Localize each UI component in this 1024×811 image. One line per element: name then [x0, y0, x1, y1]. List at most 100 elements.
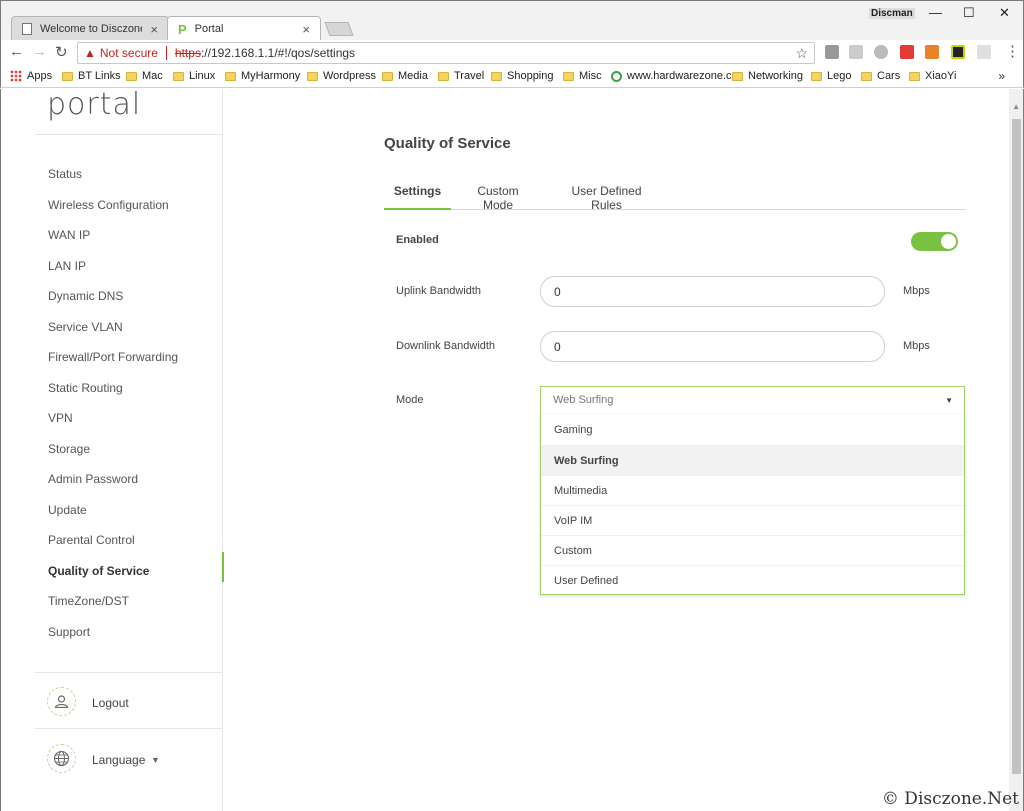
sidebar-item-service-vlan[interactable]: Service VLAN [1, 316, 223, 347]
folder-icon [307, 71, 318, 81]
browser-toolbar: ← → ↻ ▲ Not secure https ://192.168.1.1/… [0, 40, 1024, 66]
folder-icon [225, 71, 236, 81]
extension-icon[interactable] [977, 45, 991, 59]
bookmark-folder[interactable]: Networking [732, 70, 803, 82]
sidebar-item-vpn[interactable]: VPN [1, 407, 223, 438]
bookmark-label: Lego [827, 70, 852, 82]
uplink-bandwidth-input[interactable] [540, 276, 885, 307]
sidebar-item-wireless-configuration[interactable]: Wireless Configuration [1, 194, 223, 225]
security-label[interactable]: Not secure [100, 46, 158, 60]
sidebar-item-quality-of-service[interactable]: Quality of Service [1, 551, 224, 591]
sidebar-item-timezone[interactable]: TimeZone/DST [1, 590, 223, 621]
sidebar-item-dynamic-dns[interactable]: Dynamic DNS [1, 285, 223, 316]
tab-user-defined-rules[interactable]: User Defined Rules [557, 184, 656, 212]
extension-icon[interactable] [925, 45, 939, 59]
folder-icon [62, 71, 73, 81]
language-select[interactable]: Language [92, 753, 145, 767]
menu-icon[interactable]: ⋮ [1005, 42, 1020, 60]
sidebar-item-support[interactable]: Support [1, 621, 223, 652]
bookmark-folder[interactable]: Cars [861, 70, 900, 82]
reload-icon[interactable]: ↻ [55, 43, 68, 61]
toggle-knob [941, 234, 956, 249]
scrollbar[interactable]: ▲ [1009, 89, 1023, 811]
extension-icon[interactable] [900, 45, 914, 59]
bookmark-folder[interactable]: Travel [438, 70, 484, 82]
uplink-unit: Mbps [903, 285, 930, 297]
downlink-unit: Mbps [903, 340, 930, 352]
sidebar-item-lan-ip[interactable]: LAN IP [1, 255, 223, 286]
bookmark-label: Apps [27, 70, 53, 82]
sidebar-menu: Status Wireless Configuration WAN IP LAN… [1, 163, 224, 652]
bookmark-star-icon[interactable]: ☆ [795, 45, 808, 62]
tab-label: Welcome to Disczone! - [40, 23, 142, 35]
sidebar-item-storage[interactable]: Storage [1, 438, 223, 469]
address-bar[interactable]: ▲ Not secure https ://192.168.1.1/#!/qos… [77, 42, 815, 64]
sidebar-item-status[interactable]: Status [1, 163, 223, 194]
browser-tab-disczone[interactable]: Welcome to Disczone! - × [11, 16, 169, 41]
enabled-toggle[interactable] [911, 232, 958, 251]
mode-option-multimedia[interactable]: Multimedia [541, 475, 964, 505]
chevron-down-icon[interactable]: ▼ [151, 755, 160, 765]
profile-name[interactable]: Discman [869, 8, 915, 19]
extension-icon[interactable] [951, 45, 965, 59]
close-window-icon[interactable]: ✕ [999, 5, 1010, 21]
close-icon[interactable]: × [150, 22, 158, 37]
minimize-icon[interactable]: — [929, 5, 942, 20]
extension-icon[interactable] [825, 45, 839, 59]
close-icon[interactable]: × [302, 22, 310, 37]
mode-option-gaming[interactable]: Gaming [541, 415, 964, 445]
bookmark-label: Linux [189, 70, 216, 82]
bookmark-folder[interactable]: Wordpress [307, 70, 376, 82]
bookmark-label: Cars [877, 70, 901, 82]
more-bookmarks-icon[interactable]: » [998, 69, 1005, 83]
folder-icon [126, 71, 137, 81]
mode-option-web-surfing[interactable]: Web Surfing [541, 445, 964, 475]
watermark: © Disczone.Net [881, 789, 1019, 809]
bookmark-hardwarezone[interactable]: www.hardwarezone.c [611, 70, 732, 82]
bookmark-folder[interactable]: BT Links [62, 70, 121, 82]
caret-down-icon: ▼ [945, 396, 953, 405]
mode-select[interactable]: Web Surfing ▼ [540, 386, 965, 415]
bookmark-folder[interactable]: Shopping [491, 70, 554, 82]
maximize-icon[interactable]: ☐ [963, 5, 975, 21]
tab-custom-mode[interactable]: Custom Mode [462, 184, 534, 212]
browser-tab-portal[interactable]: P Portal × [167, 16, 321, 41]
page-icon [22, 23, 32, 35]
downlink-bandwidth-input[interactable] [540, 331, 885, 362]
mode-option-custom[interactable]: Custom [541, 535, 964, 565]
new-tab-button[interactable] [324, 22, 354, 36]
forward-icon[interactable]: → [32, 43, 47, 60]
folder-icon [861, 71, 872, 81]
divider [165, 46, 167, 60]
divider [35, 134, 223, 135]
folder-icon [909, 71, 920, 81]
bookmark-folder[interactable]: MyHarmony [225, 70, 300, 82]
sidebar-item-firewall[interactable]: Firewall/Port Forwarding [1, 346, 223, 377]
user-icon[interactable] [47, 687, 76, 716]
bookmark-folder[interactable]: Lego [811, 70, 851, 82]
sidebar-item-admin-password[interactable]: Admin Password [1, 468, 223, 499]
bookmark-folder[interactable]: Mac [126, 70, 163, 82]
sidebar-item-wan-ip[interactable]: WAN IP [1, 224, 223, 255]
sidebar-item-parental-control[interactable]: Parental Control [1, 529, 223, 560]
bookmark-folder[interactable]: Linux [173, 70, 215, 82]
bookmark-apps[interactable]: Apps [10, 70, 52, 82]
sidebar-item-update[interactable]: Update [1, 499, 223, 530]
user-glyph-icon [54, 695, 69, 708]
tab-settings[interactable]: Settings [384, 184, 451, 210]
bookmark-label: XiaoYi [925, 70, 957, 82]
scroll-up-icon[interactable]: ▲ [1012, 102, 1020, 111]
mode-option-voip-im[interactable]: VoIP IM [541, 505, 964, 535]
back-icon[interactable]: ← [9, 43, 24, 60]
bookmark-folder[interactable]: XiaoYi [909, 70, 956, 82]
scrollbar-thumb[interactable] [1012, 119, 1021, 774]
extension-icon[interactable] [849, 45, 863, 59]
sidebar-item-static-routing[interactable]: Static Routing [1, 377, 223, 408]
bookmark-folder[interactable]: Misc [563, 70, 602, 82]
extension-icon[interactable] [874, 45, 888, 59]
bookmark-folder[interactable]: Media [382, 70, 428, 82]
globe-icon[interactable] [47, 744, 76, 773]
logout-link[interactable]: Logout [92, 696, 129, 710]
folder-icon [382, 71, 393, 81]
mode-option-user-defined[interactable]: User Defined [541, 565, 964, 595]
